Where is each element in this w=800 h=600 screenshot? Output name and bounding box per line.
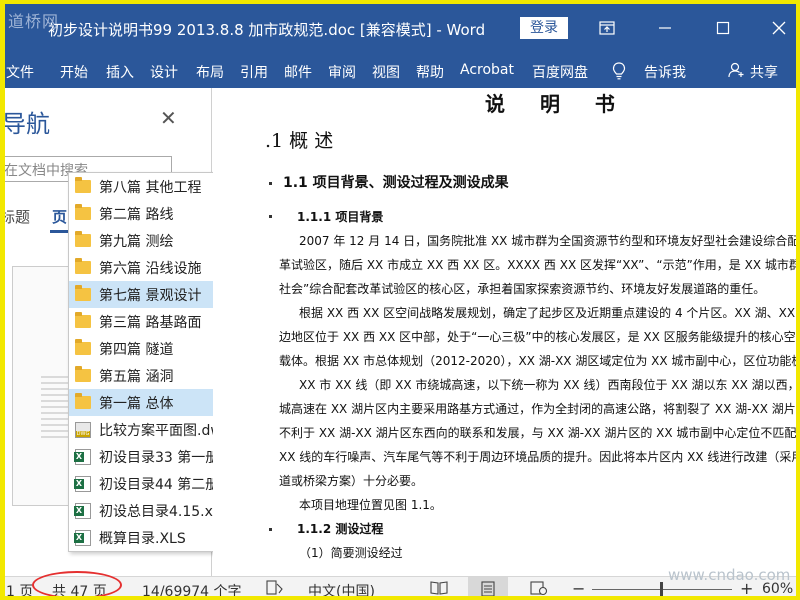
list-item[interactable]: 初设总目录4.15.xls (69, 497, 227, 524)
list-item-selected[interactable]: 第一篇 总体 (69, 389, 227, 416)
xls-file-icon (74, 448, 91, 465)
list-item[interactable]: 比较方案平面图.dwg (69, 416, 227, 443)
print-layout-icon[interactable] (468, 577, 508, 600)
tab-baidu-netdisk[interactable]: 百度网盘 (532, 62, 588, 82)
body-line: 本项目地理位置见图 1.1。 (299, 498, 442, 512)
xls-file-icon (74, 475, 91, 492)
file-dropdown-list: 第八篇 其他工程 第二篇 路线 第九篇 测绘 第六篇 沿线设施 第七篇 景观设计… (68, 172, 228, 552)
body-line: 边地区位于 XX 西 XX 区中部，处于“一心三极”中的核心发展区，是 XX 区… (279, 330, 800, 344)
user-icon[interactable] (728, 62, 744, 82)
body-line: （1）简要测设经过 (299, 546, 403, 560)
language-indicator[interactable]: 中文(中国) (308, 581, 375, 600)
folder-icon (75, 312, 91, 328)
body-line: 革试验区，随后 XX 市成立 XX 西 XX 区。XXXX 西 XX 区发挥“X… (279, 258, 800, 272)
document-page[interactable]: 说 明 书 .1 概 述 1.1 项目背景、测设过程及测设成果 1.1.1 项目… (213, 88, 800, 576)
body-line: XX 线的车行噪声、汽车尾气等不利于周边环境品质的提升。因此将本片区内 XX 线… (279, 450, 800, 464)
maximize-icon[interactable] (706, 14, 740, 42)
body-line: 载体。根据 XX 市总体规划（2012-2020），XX 湖-XX 湖区域定位为… (279, 354, 800, 368)
minimize-icon[interactable] (648, 14, 682, 42)
tab-mailings[interactable]: 邮件 (284, 62, 312, 82)
list-item-selected[interactable]: 第七篇 景观设计 (69, 281, 227, 308)
tell-me-search[interactable]: 告诉我 (644, 62, 686, 82)
folder-icon (75, 285, 91, 301)
tab-references[interactable]: 引用 (240, 62, 268, 82)
tab-design[interactable]: 设计 (150, 62, 178, 82)
folder-icon (75, 258, 91, 274)
body-line: XX 市 XX 线（即 XX 市绕城高速，以下统一称为 XX 线）西南段位于 X… (299, 378, 800, 392)
tab-acrobat[interactable]: Acrobat (460, 62, 514, 78)
list-item[interactable]: 第九篇 测绘 (69, 227, 227, 254)
title-bar: 道桥网 初步设计说明书99 2013.8.8 加市政规范.doc [兼容模式] … (0, 0, 800, 56)
body-line: 道或桥梁方案）十分必要。 (279, 474, 424, 488)
bullet-marker (269, 182, 272, 185)
tab-layout[interactable]: 布局 (196, 62, 224, 82)
body-line: 不利于 XX 湖-XX 湖片区东西向的联系和发展，与 XX 湖-XX 湖片区的 … (279, 426, 800, 440)
window-title: 初步设计说明书99 2013.8.8 加市政规范.doc [兼容模式] - Wo… (48, 21, 486, 39)
xls-file-icon (74, 529, 91, 546)
web-layout-icon[interactable] (530, 580, 548, 600)
dwg-file-icon (75, 421, 91, 438)
tab-help[interactable]: 帮助 (416, 62, 444, 82)
proofing-icon[interactable] (266, 580, 284, 600)
heading-3: 1.1.1 项目背景 (297, 210, 384, 224)
list-item[interactable]: 第四篇 隧道 (69, 335, 227, 362)
active-tab-indicator (50, 230, 70, 233)
nav-close-icon[interactable]: ✕ (160, 106, 177, 130)
heading-1: .1 概 述 (265, 130, 334, 152)
folder-icon (75, 366, 91, 382)
tab-pages[interactable]: 页 (52, 206, 67, 227)
list-item[interactable]: 概算目录.XLS (69, 524, 227, 551)
share-button[interactable]: 共享 (750, 62, 778, 82)
xls-file-icon (74, 502, 91, 519)
lightbulb-icon[interactable] (612, 62, 626, 84)
body-line: 社会”综合配套改革试验区的核心区，承担着国家探索资源节约、环境友好发展道路的重任… (279, 282, 766, 296)
heading-2: 1.1 项目背景、测设过程及测设成果 (283, 175, 509, 191)
tab-view[interactable]: 视图 (372, 62, 400, 82)
tab-insert[interactable]: 插入 (106, 62, 134, 82)
list-item[interactable]: 初设目录44 第二册 (69, 470, 227, 497)
nav-pane-title: 导航 (2, 110, 50, 138)
current-page[interactable]: 1 页 (6, 581, 33, 600)
doc-title: 说 明 书 (485, 92, 629, 116)
tab-home[interactable]: 开始 (60, 62, 88, 82)
list-item[interactable]: 第二篇 路线 (69, 200, 227, 227)
site-watermark: www.cndao.com (668, 566, 791, 584)
tab-review[interactable]: 审阅 (328, 62, 356, 82)
folder-icon (75, 393, 91, 409)
tab-headings[interactable]: 标题 (0, 206, 30, 227)
zoom-slider-thumb[interactable] (660, 582, 663, 596)
list-item[interactable]: 第八篇 其他工程 (69, 173, 227, 200)
tab-file[interactable]: 文件 (6, 62, 34, 82)
folder-icon (75, 339, 91, 355)
word-count[interactable]: 14/69974 个字 (142, 581, 242, 600)
list-item[interactable]: 第五篇 涵洞 (69, 362, 227, 389)
login-button[interactable]: 登录 (520, 17, 568, 39)
ribbon-tabs: 文件 开始 插入 设计 布局 引用 邮件 审阅 视图 帮助 Acrobat 百度… (0, 56, 800, 88)
close-icon[interactable] (762, 14, 796, 42)
heading-3: 1.1.2 测设过程 (297, 522, 384, 536)
folder-icon (75, 231, 91, 247)
ribbon-display-options-icon[interactable] (590, 14, 624, 42)
list-item[interactable]: 第六篇 沿线设施 (69, 254, 227, 281)
list-item[interactable]: 第三篇 路基路面 (69, 308, 227, 335)
zoom-out-icon[interactable]: − (572, 579, 585, 598)
folder-icon (75, 177, 91, 193)
list-item[interactable]: 初设目录33 第一册 (69, 443, 227, 470)
bullet-marker (269, 528, 272, 531)
bullet-marker (269, 215, 272, 218)
folder-icon (75, 204, 91, 220)
body-line: 2007 年 12 月 14 日，国务院批准 XX 城市群为全国资源节约型和环境… (299, 234, 800, 248)
body-line: 根据 XX 西 XX 区空间战略发展规划，确定了起步区及近期重点建设的 4 个片… (299, 306, 800, 320)
highlight-circle-annotation (32, 571, 122, 599)
read-mode-icon[interactable] (430, 580, 448, 600)
body-line: 城高速在 XX 湖片区内主要采用路基方式通过，作为全封闭的高速公路，将割裂了 X… (279, 402, 800, 416)
